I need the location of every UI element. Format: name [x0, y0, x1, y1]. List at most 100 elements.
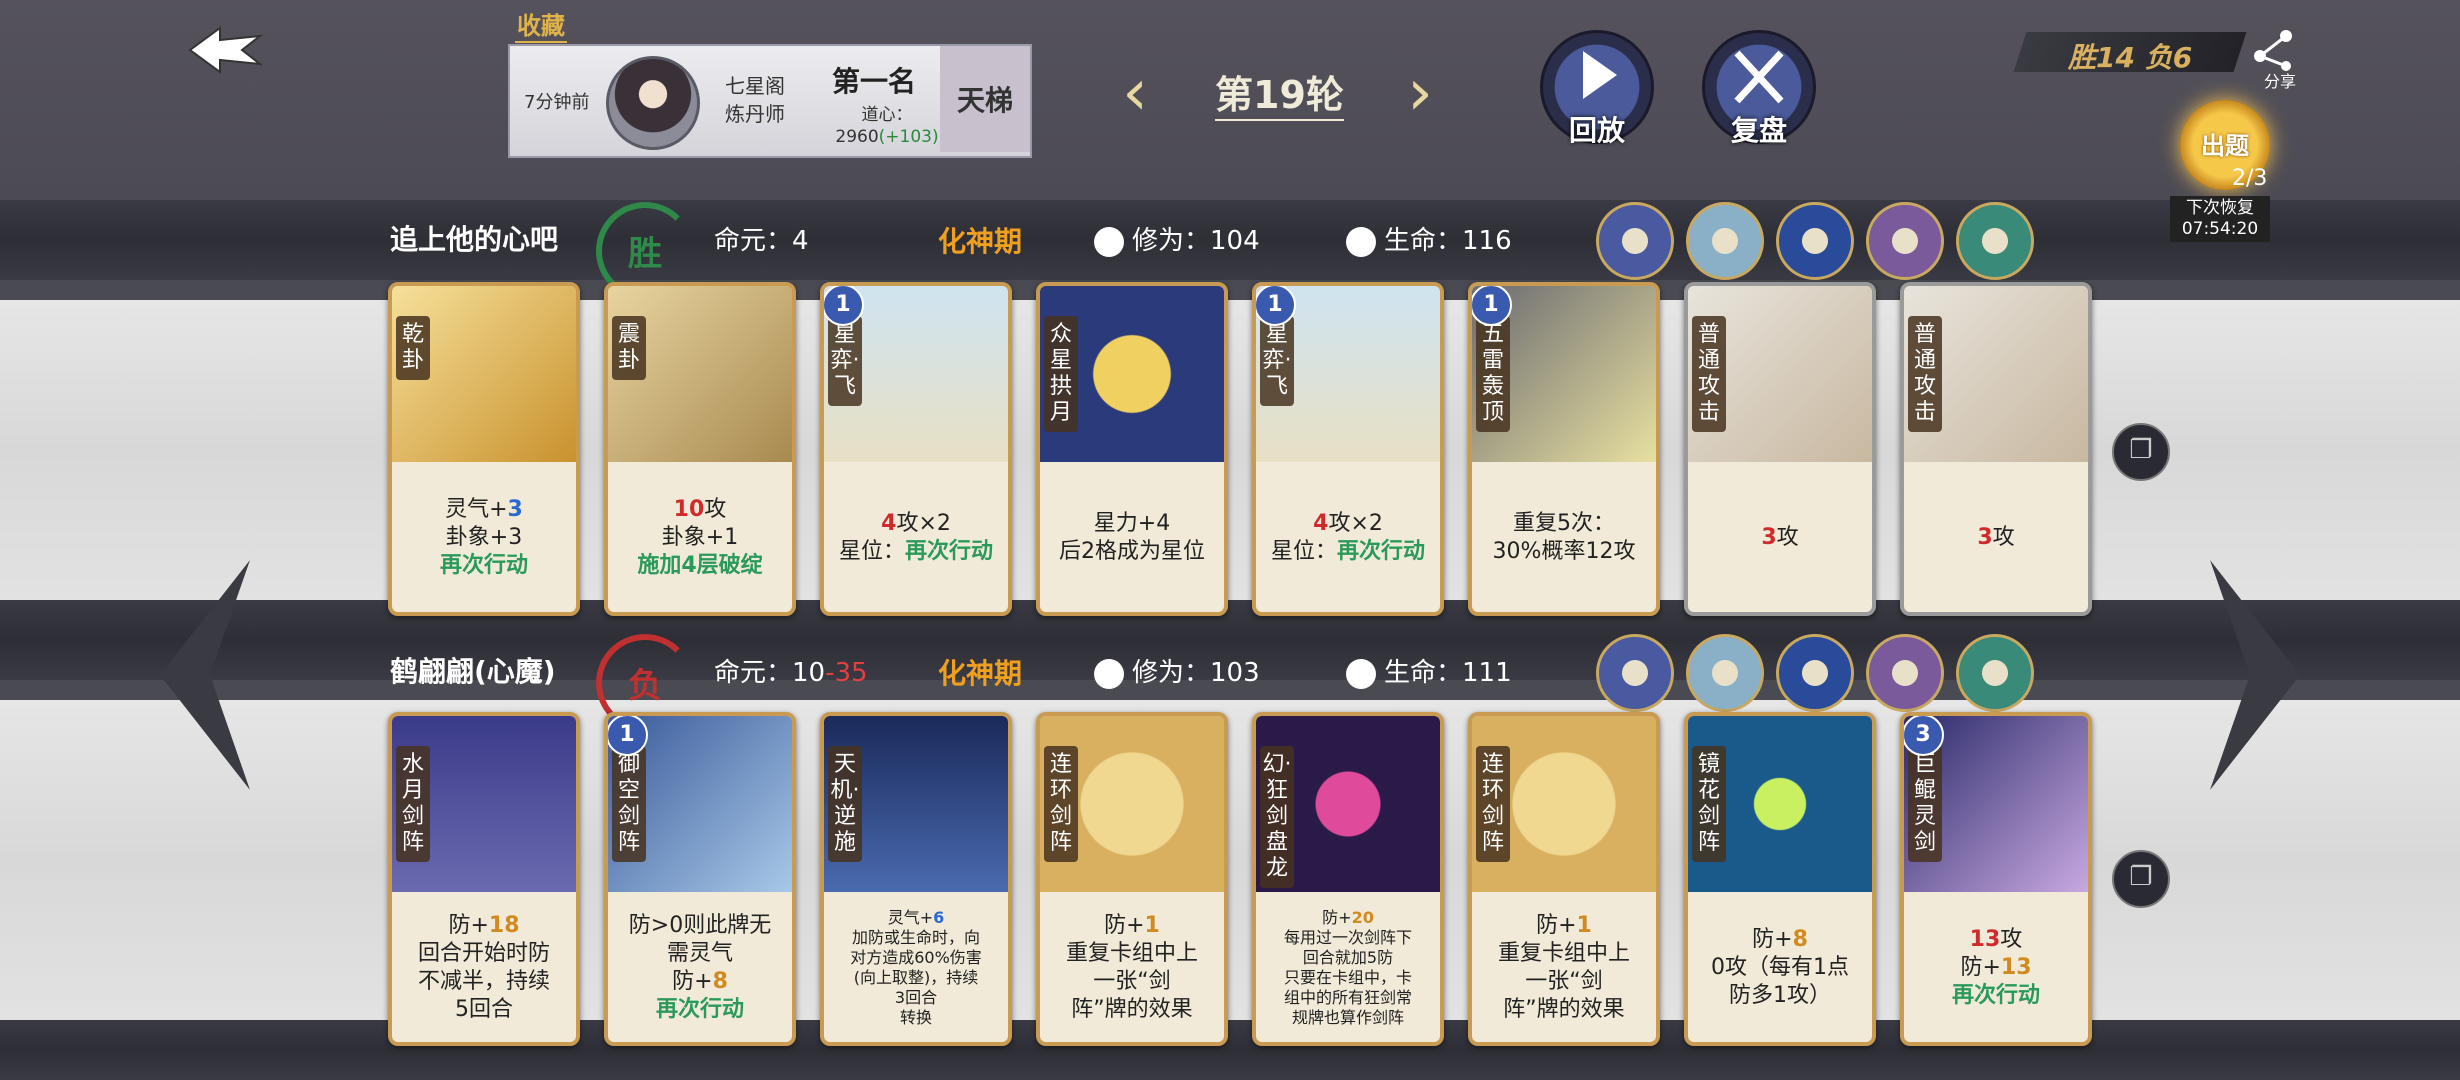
copy-deck-button-2[interactable]: ❐	[2112, 850, 2170, 908]
rank-label: 第一名	[832, 65, 917, 98]
cultivation-stat: 修为：104	[1094, 220, 1260, 257]
card-effect-text: 3攻	[1977, 525, 2015, 550]
health-label: 生命：	[1384, 658, 1463, 688]
lightning-relic-icon[interactable]	[1686, 634, 1764, 712]
card-name: 镜花剑阵	[1692, 746, 1726, 862]
dao-delta: (+103)	[878, 127, 939, 147]
card[interactable]: 震卦 10攻 卦象+1 施加4层破绽	[604, 282, 796, 616]
cultivation-label: 修为：	[1132, 658, 1211, 688]
win-loss-record: 胜14 负6	[2068, 41, 2193, 74]
result-label: 负	[628, 666, 662, 706]
player-name[interactable]: 追上他的心吧	[390, 218, 558, 258]
card[interactable]: 连环剑阵防+1 重复卡组中上 一张“剑 阵”牌的效果	[1468, 712, 1660, 1046]
ladder-tag[interactable]: 天梯	[940, 46, 1030, 152]
review-button[interactable]: 复盘	[1702, 30, 1816, 147]
health-value: 111	[1462, 658, 1512, 688]
card[interactable]: 御空剑阵 1 防>0则此牌无 需灵气 防+8 再次行动	[604, 712, 796, 1046]
card[interactable]: 水月剑阵 防+18 回合开始时防 不减半，持续 5回合	[388, 712, 580, 1046]
card-name: 乾卦	[396, 316, 430, 380]
card[interactable]: 星弈·飞 1 4攻×2 星位：再次行动	[1252, 282, 1444, 616]
card-level-badge: 1	[1472, 286, 1512, 326]
waterfall-relic-icon[interactable]	[1686, 202, 1764, 280]
health-stat: 生命：111	[1346, 652, 1512, 689]
card-name: 连环剑阵	[1476, 746, 1510, 862]
card-name: 五雷轰顶	[1476, 316, 1510, 432]
time-ago: 7分钟前	[524, 92, 590, 113]
card-effect-text: 重复5次： 30%概率12攻	[1492, 511, 1636, 564]
review-label: 复盘	[1730, 114, 1787, 147]
mingyuan-stat: 命元：4	[714, 220, 809, 257]
copy-icon: ❐	[2129, 862, 2153, 892]
next-round-button[interactable]: ›	[1395, 61, 1445, 125]
mingyuan-label: 命元：	[714, 658, 793, 688]
card-level-badge: 1	[1256, 286, 1296, 326]
card[interactable]: 天机·逆施 灵气+6 加防或生命时，向 对方造成60%伤害 (向上取整)，持续 3…	[820, 712, 1012, 1046]
card-name: 众星拱月	[1044, 316, 1078, 432]
dao-value: 2960	[835, 127, 879, 147]
scroll-relic-icon[interactable]	[1596, 202, 1674, 280]
share-label: 分享	[2264, 72, 2297, 91]
realm-label: 化神期	[938, 657, 1023, 690]
replay-button[interactable]: 回放	[1540, 30, 1654, 147]
card-effect-text: 防+1 重复卡组中上 一张“剑 阵”牌的效果	[1497, 913, 1630, 1022]
dao-heart: 道心： 2960(+103)	[832, 104, 942, 148]
card-name: 御空剑阵	[612, 746, 646, 862]
card-level-badge: 1	[608, 716, 648, 756]
moon-relic-icon[interactable]	[1776, 634, 1854, 712]
copy-deck-button-1[interactable]: ❐	[2112, 423, 2170, 481]
card-effect-text: 防+1 重复卡组中上 一张“剑 阵”牌的效果	[1065, 913, 1198, 1022]
share-button[interactable]: 分享	[2250, 28, 2300, 92]
eye-relic-icon[interactable]	[1596, 634, 1674, 712]
cultivation-label: 修为：	[1132, 226, 1211, 256]
card-effect-text: 防+20 每用过一次剑阵下 回合就加5防 只要在卡组中，卡 组中的所有狂剑常 规…	[1283, 908, 1412, 1027]
opponent-summary[interactable]: 7分钟前 七星阁 炼丹师 第一名 道心： 2960(+103) 天梯	[508, 44, 1032, 158]
heart-icon	[1346, 658, 1376, 689]
orb-relic-icon[interactable]	[1776, 202, 1854, 280]
back-button[interactable]	[180, 20, 270, 80]
card[interactable]: 巨鲲灵剑 3 13攻 防+13 再次行动	[1900, 712, 2092, 1046]
collect-link[interactable]: 收藏	[515, 6, 567, 43]
card[interactable]: 普通攻击 3攻	[1684, 282, 1876, 616]
card-name: 星弈·飞	[828, 316, 862, 406]
card[interactable]: 众星拱月星力+4 后2格成为星位	[1036, 282, 1228, 616]
result-label: 胜	[628, 234, 662, 274]
player-name[interactable]: 鹤翩翩(心魔)	[390, 650, 556, 690]
card[interactable]: 五雷轰顶 1 重复5次： 30%概率12攻	[1468, 282, 1660, 616]
round-label: 第19轮	[1215, 71, 1344, 121]
health-value: 116	[1462, 226, 1512, 256]
portrait-relic-icon[interactable]	[1866, 202, 1944, 280]
card-level-badge: 3	[1904, 716, 1944, 756]
moon-relic-icon[interactable]	[1866, 634, 1944, 712]
health-stat: 生命：116	[1346, 220, 1512, 257]
copy-icon: ❐	[2129, 435, 2153, 465]
card-name: 普通攻击	[1908, 316, 1942, 432]
share-icon	[2254, 30, 2292, 71]
chuti-label: 出题	[2201, 132, 2249, 160]
dao-label: 道心：	[861, 105, 913, 125]
mingyuan-value: 4	[792, 226, 809, 256]
avatar[interactable]	[606, 56, 700, 150]
heart-icon	[1346, 226, 1376, 257]
card-effect-text: 防+18 回合开始时防 不减半，持续 5回合	[417, 913, 550, 1022]
prev-round-button[interactable]: ‹	[1110, 61, 1160, 125]
gem-relic-icon[interactable]	[1956, 202, 2034, 280]
card-name: 巨鲲灵剑	[1908, 746, 1942, 862]
card-level-badge: 1	[824, 286, 864, 326]
meditation-icon	[1094, 226, 1124, 257]
card[interactable]: 普通攻击 3攻	[1900, 282, 2092, 616]
card[interactable]: 连环剑阵防+1 重复卡组中上 一张“剑 阵”牌的效果	[1036, 712, 1228, 1046]
card-name: 普通攻击	[1692, 316, 1726, 432]
card[interactable]: 镜花剑阵 防+8 0攻（每有1点 防多1攻）	[1684, 712, 1876, 1046]
card[interactable]: 幻·狂剑盘龙 防+20 每用过一次剑阵下 回合就加5防 只要在卡组中，卡 组中的所…	[1252, 712, 1444, 1046]
sect-name: 七星阁	[725, 74, 785, 98]
card-name: 连环剑阵	[1044, 746, 1078, 862]
card[interactable]: 星弈·飞 1 4攻×2 星位：再次行动	[820, 282, 1012, 616]
chuti-count: 2/3	[2232, 166, 2268, 191]
card[interactable]: 乾卦 灵气+3 卦象+3 再次行动	[388, 282, 580, 616]
player-info-2: 鹤翩翩(心魔) 负 命元：10-35 化神期 修为：103 生命：111	[0, 634, 2460, 732]
card-effect-text: 防>0则此牌无 需灵气 防+8 再次行动	[628, 913, 772, 1022]
card-effect-text: 星力+4 后2格成为星位	[1059, 511, 1205, 564]
replay-label: 回放	[1568, 114, 1625, 147]
health-label: 生命：	[1384, 226, 1463, 256]
gem-relic-icon[interactable]	[1956, 634, 2034, 712]
